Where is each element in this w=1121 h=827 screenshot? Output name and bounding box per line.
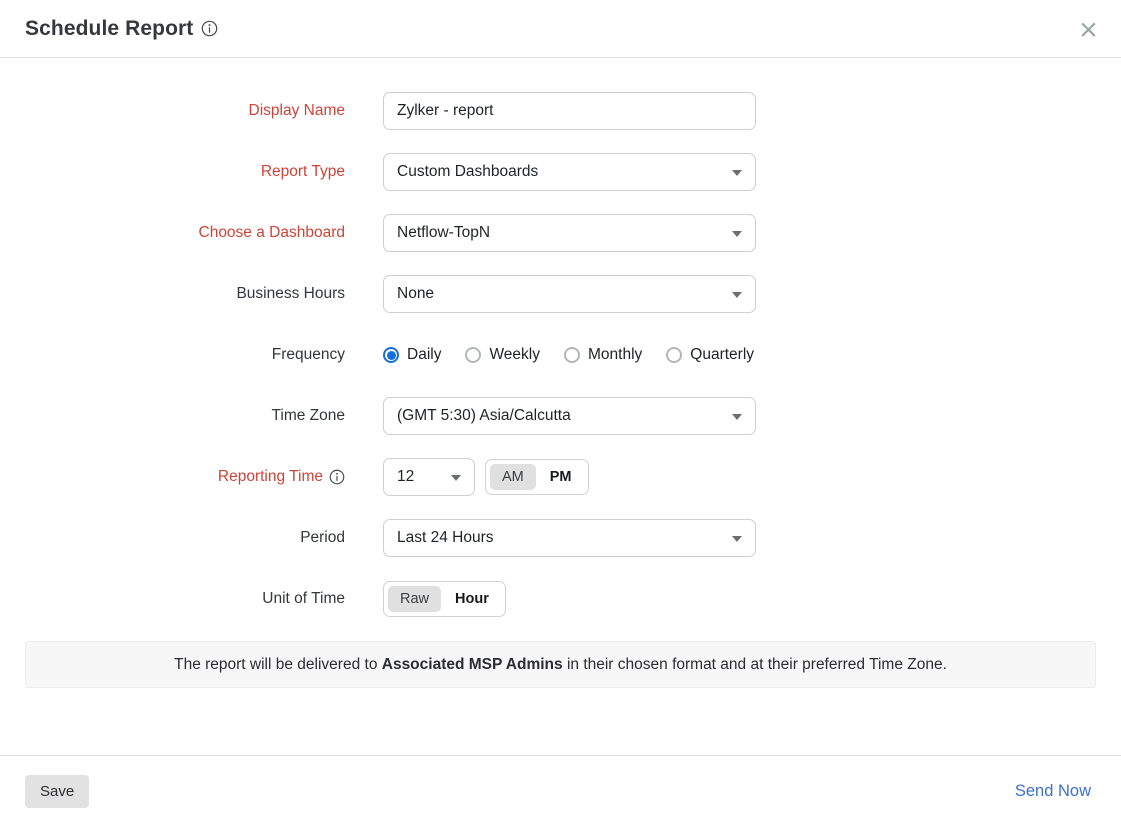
schedule-report-dialog: Schedule Report × Display Name Report Ty…: [0, 0, 1121, 827]
frequency-option-label: Quarterly: [690, 346, 754, 364]
business-hours-value: None: [397, 285, 434, 303]
frequency-option-label: Monthly: [588, 346, 642, 364]
frequency-radio-group: Daily Weekly Monthly Quarterly: [383, 346, 754, 364]
time-zone-label: Time Zone: [0, 407, 345, 425]
frequency-radio-weekly[interactable]: Weekly: [465, 346, 540, 364]
info-icon: [329, 469, 345, 485]
schedule-report-form: Display Name Report Type Custom Dashboar…: [0, 58, 1121, 618]
frequency-radio-monthly[interactable]: Monthly: [564, 346, 642, 364]
radio-unselected-icon: [564, 347, 580, 363]
radio-selected-icon: [383, 347, 399, 363]
frequency-option-label: Daily: [407, 346, 441, 364]
reporting-hour-select[interactable]: 12: [383, 458, 475, 496]
reporting-time-row: Reporting Time 12 AM PM: [0, 458, 1121, 496]
page-title-text: Schedule Report: [25, 17, 193, 41]
unit-of-time-toggle: Raw Hour: [383, 581, 506, 617]
business-hours-select[interactable]: None: [383, 275, 756, 313]
reporting-time-label-text: Reporting Time: [218, 468, 323, 486]
period-label: Period: [0, 529, 345, 547]
reporting-hour-value: 12: [397, 468, 414, 486]
chevron-down-icon: [732, 292, 742, 298]
banner-text-highlight: Associated MSP Admins: [382, 656, 563, 673]
report-type-value: Custom Dashboards: [397, 163, 538, 181]
dashboard-select[interactable]: Netflow-TopN: [383, 214, 756, 252]
meridiem-am-button[interactable]: AM: [490, 464, 536, 490]
frequency-label: Frequency: [0, 346, 345, 364]
frequency-option-label: Weekly: [489, 346, 540, 364]
frequency-row: Frequency Daily Weekly Monthly: [0, 336, 1121, 374]
display-name-row: Display Name: [0, 92, 1121, 130]
frequency-radio-daily[interactable]: Daily: [383, 346, 441, 364]
meridiem-toggle: AM PM: [485, 459, 589, 495]
dialog-header: Schedule Report ×: [0, 0, 1121, 58]
report-type-row: Report Type Custom Dashboards: [0, 153, 1121, 191]
chevron-down-icon: [732, 536, 742, 542]
frequency-radio-quarterly[interactable]: Quarterly: [666, 346, 754, 364]
business-hours-label: Business Hours: [0, 285, 345, 303]
period-row: Period Last 24 Hours: [0, 519, 1121, 557]
report-type-select[interactable]: Custom Dashboards: [383, 153, 756, 191]
banner-text-suffix: in their chosen format and at their pref…: [563, 656, 947, 673]
radio-unselected-icon: [666, 347, 682, 363]
dashboard-value: Netflow-TopN: [397, 224, 490, 242]
chevron-down-icon: [451, 475, 461, 481]
business-hours-row: Business Hours None: [0, 275, 1121, 313]
radio-unselected-icon: [465, 347, 481, 363]
time-zone-row: Time Zone (GMT 5:30) Asia/Calcutta: [0, 397, 1121, 435]
meridiem-pm-button[interactable]: PM: [538, 464, 584, 490]
display-name-label: Display Name: [0, 102, 345, 120]
banner-text: The report will be delivered to Associat…: [174, 656, 947, 674]
close-icon[interactable]: ×: [1078, 16, 1099, 41]
dialog-footer: Save Send Now: [0, 755, 1121, 827]
period-select[interactable]: Last 24 Hours: [383, 519, 756, 557]
period-value: Last 24 Hours: [397, 529, 494, 547]
unit-of-time-row: Unit of Time Raw Hour: [0, 580, 1121, 618]
unit-of-time-label: Unit of Time: [0, 590, 345, 608]
delivery-info-banner: The report will be delivered to Associat…: [25, 641, 1096, 688]
unit-hour-button[interactable]: Hour: [443, 586, 501, 612]
report-type-label: Report Type: [0, 163, 345, 181]
page-title: Schedule Report: [25, 17, 218, 41]
time-zone-value: (GMT 5:30) Asia/Calcutta: [397, 407, 571, 425]
display-name-input[interactable]: [383, 92, 756, 130]
unit-raw-button[interactable]: Raw: [388, 586, 441, 612]
chevron-down-icon: [732, 231, 742, 237]
send-now-link[interactable]: Send Now: [1015, 782, 1091, 801]
info-icon: [201, 20, 218, 37]
time-zone-select[interactable]: (GMT 5:30) Asia/Calcutta: [383, 397, 756, 435]
chevron-down-icon: [732, 414, 742, 420]
save-button[interactable]: Save: [25, 775, 89, 808]
dashboard-row: Choose a Dashboard Netflow-TopN: [0, 214, 1121, 252]
dashboard-label: Choose a Dashboard: [0, 224, 345, 242]
reporting-time-label: Reporting Time: [0, 468, 345, 486]
chevron-down-icon: [732, 170, 742, 176]
banner-text-prefix: The report will be delivered to: [174, 656, 382, 673]
